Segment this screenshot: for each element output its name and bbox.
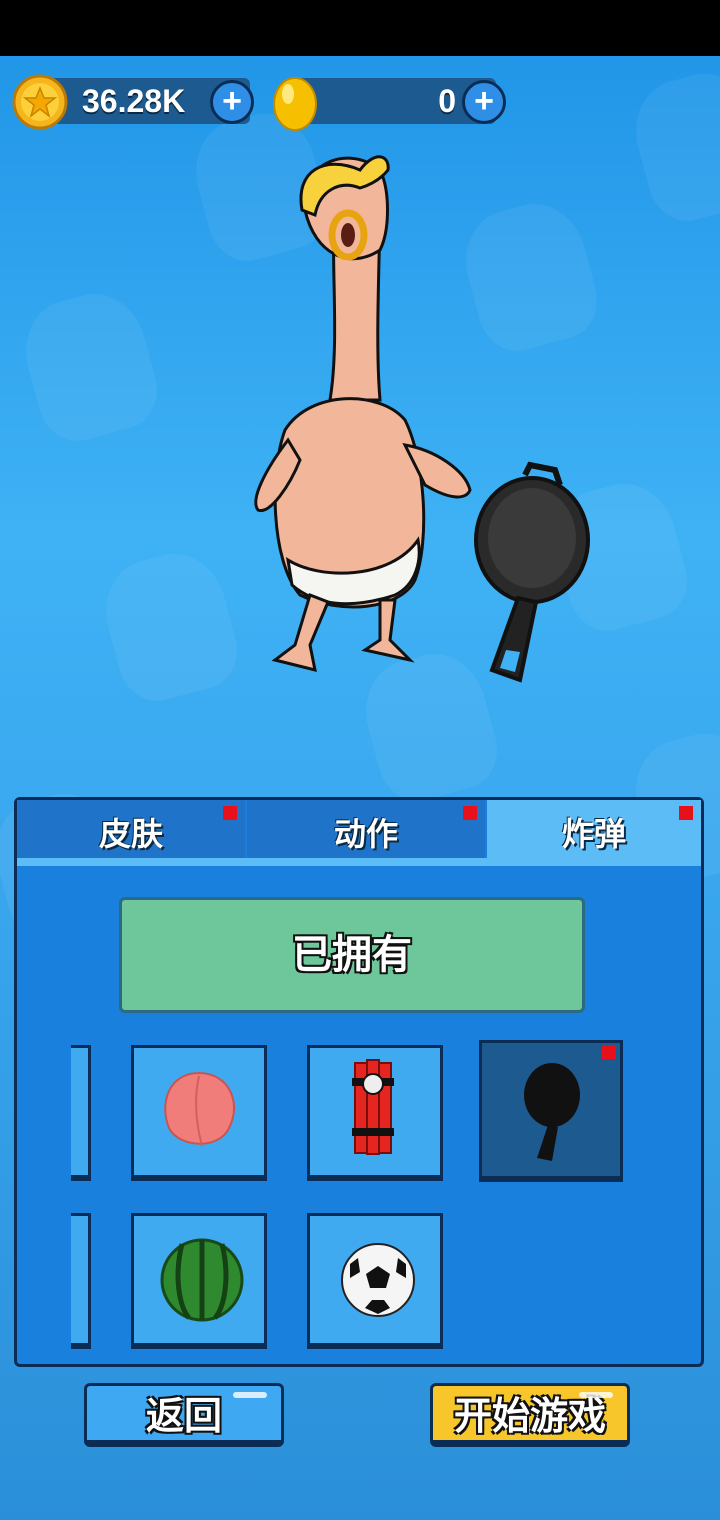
tab-divider xyxy=(17,858,701,866)
tab-actions[interactable]: 动作 xyxy=(247,800,485,858)
soccer-ball-icon xyxy=(341,1243,415,1317)
item-slot-soccer-ball[interactable] xyxy=(307,1213,443,1349)
rubber-chicken-character[interactable] xyxy=(230,140,610,700)
item-slot-partial[interactable] xyxy=(71,1213,91,1349)
item-slot-watermelon[interactable] xyxy=(131,1213,267,1349)
tab-bombs[interactable]: 炸弹 xyxy=(487,800,701,858)
start-game-button-label: 开始游戏 xyxy=(453,1396,606,1438)
item-slot-peach[interactable] xyxy=(131,1045,267,1181)
notification-badge xyxy=(223,806,237,820)
tab-bar: 皮肤 动作 炸弹 xyxy=(17,800,701,866)
owned-button[interactable]: 已拥有 xyxy=(119,897,585,1013)
notification-badge xyxy=(602,1045,616,1059)
start-game-button[interactable]: 开始游戏 xyxy=(430,1383,630,1447)
button-shine xyxy=(579,1392,613,1398)
back-button[interactable]: 返回 xyxy=(84,1383,284,1447)
tab-skins-label: 皮肤 xyxy=(98,816,163,852)
item-panel: 皮肤 动作 炸弹 已拥有 xyxy=(14,797,704,1367)
item-slot-dynamite[interactable] xyxy=(307,1045,443,1181)
tab-skins[interactable]: 皮肤 xyxy=(17,800,245,858)
frying-pan-icon xyxy=(524,1063,580,1161)
star-coin-icon xyxy=(12,74,68,130)
button-shine xyxy=(233,1392,267,1398)
item-slot-partial[interactable] xyxy=(71,1045,91,1181)
dynamite-icon xyxy=(352,1059,394,1155)
add-gold-button[interactable]: + xyxy=(210,80,254,124)
egg-value: 0 xyxy=(438,83,456,119)
golden-egg-icon xyxy=(273,77,317,131)
tab-actions-label: 动作 xyxy=(333,816,398,852)
tab-bombs-label: 炸弹 xyxy=(561,816,626,852)
notification-badge xyxy=(679,806,693,820)
status-bar xyxy=(0,0,720,56)
gold-coin-value: 36.28K xyxy=(82,83,186,119)
item-slot-frying-pan[interactable] xyxy=(479,1040,623,1182)
notification-badge xyxy=(463,806,477,820)
add-egg-button[interactable]: + xyxy=(462,80,506,124)
frying-pan-icon xyxy=(474,461,590,683)
watermelon-icon xyxy=(160,1238,244,1322)
peach-icon xyxy=(164,1071,235,1147)
back-button-label: 返回 xyxy=(145,1396,222,1438)
